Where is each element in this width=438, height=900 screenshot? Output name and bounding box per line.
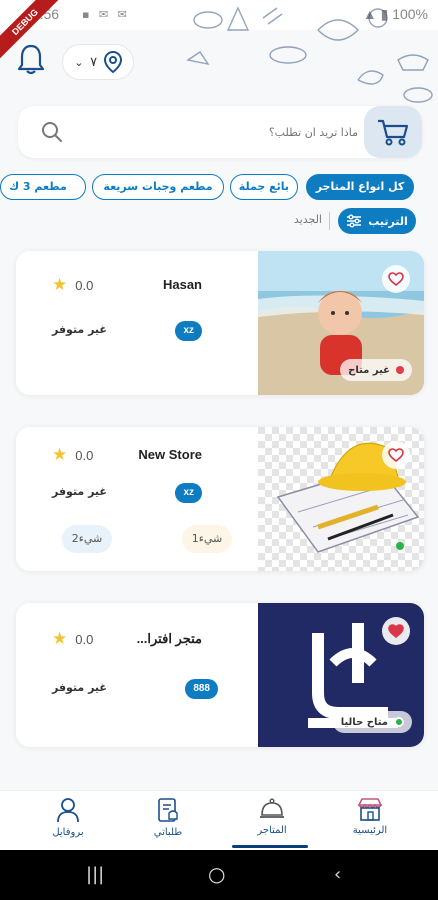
nav-item-profile[interactable]: بروفايل (28, 797, 108, 838)
store-card[interactable]: New Store ★ 0.0 xz غير متوفر شيء1 شيء2 (16, 427, 424, 571)
person-icon (57, 798, 79, 823)
availability-label: متاح حاليا (340, 716, 388, 728)
store-rating: ★ 0.0 (52, 629, 93, 649)
store-icon (357, 798, 383, 821)
location-pin-icon (103, 51, 122, 73)
chip-wholesale[interactable]: بائع جملة (230, 174, 298, 200)
sub-tag-chip[interactable]: شيء1 (182, 525, 232, 553)
chip-fast-food[interactable]: مطعم وجبات سريعة (92, 174, 224, 200)
nav-item-stores[interactable]: المتاجر (232, 797, 312, 836)
home-icon[interactable]: ○ (208, 862, 225, 886)
nav-item-home[interactable]: الرئيسية (330, 797, 410, 836)
store-image: غير متاح (258, 251, 424, 395)
cloche-icon (260, 798, 284, 818)
sort-button[interactable]: الترتيب (338, 208, 416, 234)
store-rating: ★ 0.0 (52, 275, 93, 295)
rating-value: 0.0 (75, 631, 94, 647)
favorite-heart-icon[interactable] (382, 617, 410, 645)
store-tag: xz (175, 483, 202, 503)
location-selector[interactable]: ⌄ ٧ (62, 44, 134, 80)
search-icon[interactable] (40, 120, 64, 144)
store-name: Hasan (162, 277, 202, 292)
availability-label: غير متاح (348, 364, 390, 376)
active-tab-indicator (232, 845, 308, 848)
location-label: ٧ (90, 54, 98, 70)
search-bar (18, 106, 422, 158)
system-nav-bar: ||| ○ ‹ (0, 850, 438, 900)
store-name: New Store (138, 447, 202, 462)
star-icon: ★ (52, 629, 68, 648)
header: ⌄ ٧ (0, 30, 438, 102)
status-dot (396, 366, 404, 374)
store-status: غير متوفر (52, 485, 107, 498)
sort-row: الترتيب الجديد (216, 208, 416, 236)
nav-label: الرئيسية (352, 825, 388, 836)
category-chips: كل انواع المتاجر بائع جملة مطعم وجبات سر… (0, 174, 438, 202)
favorite-heart-icon[interactable] (382, 265, 410, 293)
bell-icon[interactable] (16, 42, 46, 76)
star-icon: ★ (52, 275, 68, 294)
availability-badge: متاح حاليا (332, 711, 412, 733)
nav-item-orders[interactable]: طلباتي (128, 797, 208, 838)
back-icon[interactable]: ‹ (334, 864, 341, 885)
nav-label: المتاجر (257, 825, 287, 836)
nav-label: بروفايل (52, 827, 84, 838)
bottom-nav: الرئيسية المتاجر طلباتي بروفايل (0, 790, 438, 850)
cart-button[interactable] (364, 106, 422, 158)
sliders-icon (347, 214, 362, 228)
store-tag: 888 (185, 679, 218, 699)
chevron-down-icon: ⌄ (74, 55, 84, 69)
sort-label: الترتيب (368, 214, 408, 228)
status-dot (396, 542, 404, 550)
store-status: غير متوفر (52, 323, 107, 336)
store-rating: ★ 0.0 (52, 445, 93, 465)
store-image: متاح حاليا (258, 603, 424, 747)
rating-value: 0.0 (75, 447, 94, 463)
availability-badge (382, 535, 412, 557)
sort-divider (329, 212, 330, 230)
availability-badge: غير متاح (340, 359, 412, 381)
recent-apps-icon[interactable]: ||| (86, 864, 104, 885)
store-card[interactable]: غير متاح Hasan ★ 0.0 xz غير متوفر (16, 251, 424, 395)
store-card[interactable]: متاح حاليا متجر افترا... ★ 0.0 888 غير م… (16, 603, 424, 747)
store-status: غير متوفر (52, 681, 107, 694)
rating-value: 0.0 (75, 277, 94, 293)
store-name: متجر افترا... (136, 631, 202, 646)
chip-restaurant-3[interactable]: مطعم 3 ك (0, 174, 86, 200)
nav-label: طلباتي (153, 827, 183, 838)
search-input[interactable] (98, 106, 358, 158)
star-icon: ★ (52, 445, 68, 464)
chip-all-stores[interactable]: كل انواع المتاجر (306, 174, 414, 200)
store-image (258, 427, 424, 571)
status-dot (394, 717, 404, 727)
store-tag: xz (175, 321, 202, 341)
cart-icon (378, 119, 409, 146)
favorite-heart-icon[interactable] (382, 441, 410, 469)
sub-tag-chip[interactable]: شيء2 (62, 525, 112, 553)
sort-new-option[interactable]: الجديد (294, 213, 322, 226)
orders-icon (158, 798, 178, 822)
notification-icons: ▪ ✉ ✉ (82, 8, 130, 21)
